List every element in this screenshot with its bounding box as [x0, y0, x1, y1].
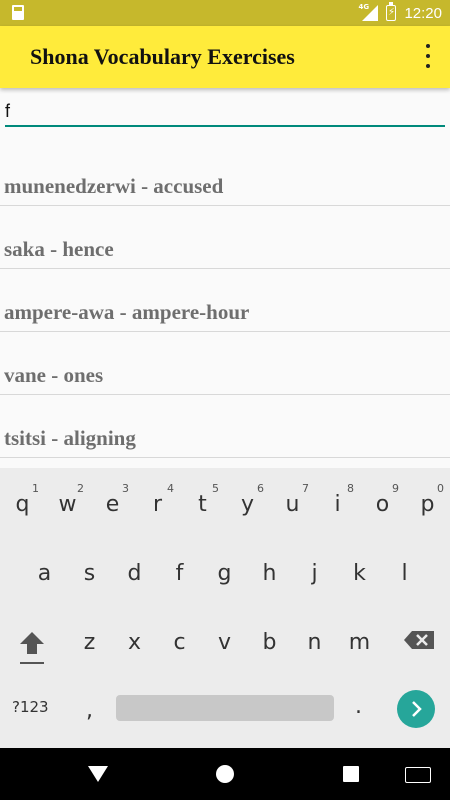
key-m[interactable]: m: [337, 614, 382, 664]
key-u[interactable]: 7u: [270, 476, 315, 526]
list-item-text: vane - ones: [4, 363, 104, 387]
status-bar: 4G ⚡ 12:20: [0, 0, 450, 26]
period-key[interactable]: .: [355, 694, 362, 719]
list-item-text: ampere-awa - ampere-hour: [4, 300, 250, 324]
key-i[interactable]: 8i: [315, 476, 360, 526]
backspace-key[interactable]: [402, 629, 436, 651]
key-b[interactable]: b: [247, 614, 292, 664]
key-e[interactable]: 3e: [90, 476, 135, 526]
comma-key[interactable]: ,: [86, 698, 93, 723]
key-s[interactable]: s: [67, 545, 112, 595]
keyboard-switch-icon[interactable]: [405, 767, 431, 783]
back-icon[interactable]: [88, 766, 108, 784]
more-vert-icon[interactable]: [424, 44, 432, 68]
key-w[interactable]: 2w: [45, 476, 90, 526]
search-input[interactable]: [5, 97, 445, 127]
key-a[interactable]: a: [22, 545, 67, 595]
key-k[interactable]: k: [337, 545, 382, 595]
list-item[interactable]: tsitsi - aligning: [0, 395, 450, 458]
list-item-text: munenedzerwi - accused: [4, 174, 224, 198]
status-icons: 4G ⚡ 12:20: [358, 0, 442, 26]
home-icon[interactable]: [216, 765, 234, 783]
list-item[interactable]: vane - ones: [0, 332, 450, 395]
symbols-key[interactable]: ?123: [12, 698, 49, 716]
network-type: 4G: [358, 3, 370, 11]
shift-key[interactable]: [14, 628, 50, 668]
list-item-text: saka - hence: [4, 237, 114, 261]
app-title: Shona Vocabulary Exercises: [30, 44, 295, 69]
key-n[interactable]: n: [292, 614, 337, 664]
key-v[interactable]: v: [202, 614, 247, 664]
list-item-text: tsitsi - aligning: [4, 426, 136, 450]
list-item[interactable]: munenedzerwi - accused: [0, 145, 450, 206]
key-x[interactable]: x: [112, 614, 157, 664]
recent-apps-icon[interactable]: [343, 766, 359, 782]
key-c[interactable]: c: [157, 614, 202, 664]
sd-card-icon: [12, 5, 24, 20]
signal-icon: 4G: [358, 3, 379, 21]
key-z[interactable]: z: [67, 614, 112, 664]
backspace-icon: [404, 631, 434, 649]
space-bar[interactable]: [116, 695, 334, 721]
chevron-right-icon: [412, 701, 422, 717]
list-item[interactable]: saka - hence: [0, 206, 450, 269]
key-o[interactable]: 9o: [360, 476, 405, 526]
key-g[interactable]: g: [202, 545, 247, 595]
key-f[interactable]: f: [157, 545, 202, 595]
key-j[interactable]: j: [292, 545, 337, 595]
vocabulary-list: munenedzerwi - accused saka - hence ampe…: [0, 145, 450, 458]
key-p[interactable]: 0p: [405, 476, 450, 526]
shift-icon: [20, 632, 44, 664]
key-y[interactable]: 6y: [225, 476, 270, 526]
key-q[interactable]: 1q: [0, 476, 45, 526]
key-h[interactable]: h: [247, 545, 292, 595]
battery-icon: ⚡: [386, 2, 397, 21]
app-bar: Shona Vocabulary Exercises: [0, 26, 450, 88]
key-l[interactable]: l: [382, 545, 427, 595]
clock: 12:20: [404, 4, 442, 22]
enter-key[interactable]: [397, 690, 435, 728]
key-t[interactable]: 5t: [180, 476, 225, 526]
search-field-container: [5, 97, 445, 129]
list-item[interactable]: ampere-awa - ampere-hour: [0, 269, 450, 332]
key-r[interactable]: 4r: [135, 476, 180, 526]
key-d[interactable]: d: [112, 545, 157, 595]
